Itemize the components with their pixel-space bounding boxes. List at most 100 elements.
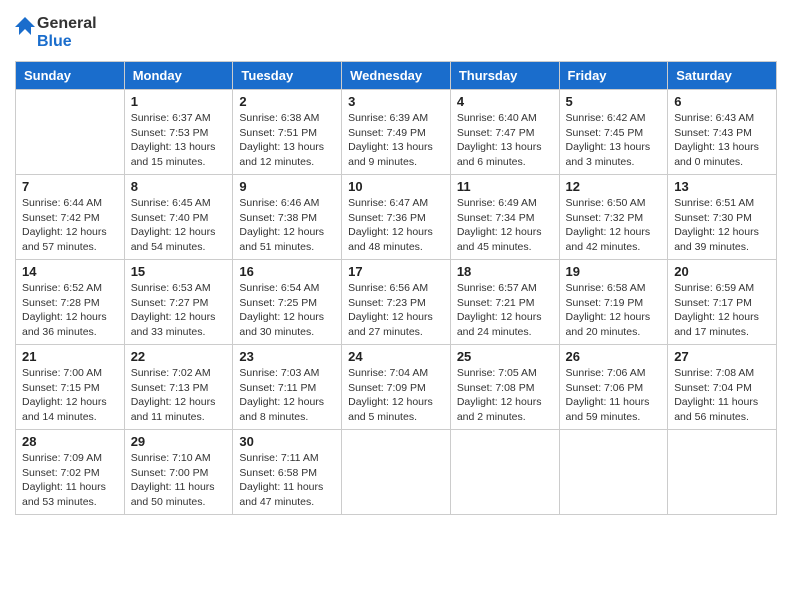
calendar-cell: 19 Sunrise: 6:58 AMSunset: 7:19 PMDayligh… [559,260,668,345]
cell-info: Sunrise: 7:04 AMSunset: 7:09 PMDaylight:… [348,366,444,425]
cell-info: Sunrise: 6:51 AMSunset: 7:30 PMDaylight:… [674,196,770,255]
calendar-cell [16,90,125,175]
cell-info: Sunrise: 6:37 AMSunset: 7:53 PMDaylight:… [131,111,227,170]
cell-info: Sunrise: 6:44 AMSunset: 7:42 PMDaylight:… [22,196,118,255]
cell-info: Sunrise: 7:02 AMSunset: 7:13 PMDaylight:… [131,366,227,425]
logo-line2: Blue [37,33,97,51]
calendar-cell: 29 Sunrise: 7:10 AMSunset: 7:00 PMDayligh… [124,430,233,515]
calendar-cell: 11 Sunrise: 6:49 AMSunset: 7:34 PMDayligh… [450,175,559,260]
calendar-cell: 8 Sunrise: 6:45 AMSunset: 7:40 PMDaylight… [124,175,233,260]
calendar-cell: 4Sunrise: 6:40 AMSunset: 7:47 PMDaylight… [450,90,559,175]
calendar-cell: 30 Sunrise: 7:11 AMSunset: 6:58 PMDayligh… [233,430,342,515]
calendar-cell: 3 Sunrise: 6:39 AMSunset: 7:49 PMDaylight… [342,90,451,175]
calendar-cell: 5 Sunrise: 6:42 AMSunset: 7:45 PMDaylight… [559,90,668,175]
day-number: 30 [239,434,335,449]
cell-info: Sunrise: 7:10 AMSunset: 7:00 PMDaylight:… [131,451,227,510]
calendar-cell: 6Sunrise: 6:43 AMSunset: 7:43 PMDaylight… [668,90,777,175]
day-header-tuesday: Tuesday [233,62,342,90]
calendar-cell: 7 Sunrise: 6:44 AMSunset: 7:42 PMDaylight… [16,175,125,260]
calendar-cell: 13 Sunrise: 6:51 AMSunset: 7:30 PMDayligh… [668,175,777,260]
cell-info: Sunrise: 6:39 AMSunset: 7:49 PMDaylight:… [348,111,444,170]
calendar-cell [668,430,777,515]
day-number: 22 [131,349,227,364]
day-number: 13 [674,179,770,194]
calendar-cell: 24 Sunrise: 7:04 AMSunset: 7:09 PMDayligh… [342,345,451,430]
day-number: 18 [457,264,553,279]
cell-info: Sunrise: 7:00 AMSunset: 7:15 PMDaylight:… [22,366,118,425]
day-header-friday: Friday [559,62,668,90]
day-number: 2 [239,94,335,109]
calendar-cell: 18 Sunrise: 6:57 AMSunset: 7:21 PMDayligh… [450,260,559,345]
logo-graphic [15,15,35,51]
cell-info: Sunrise: 6:42 AMSunset: 7:45 PMDaylight:… [566,111,662,170]
cell-info: Sunrise: 7:11 AMSunset: 6:58 PMDaylight:… [239,451,335,510]
calendar-cell: 27 Sunrise: 7:08 AMSunset: 7:04 PMDayligh… [668,345,777,430]
logo-line1: General [37,15,97,33]
calendar-cell: 21 Sunrise: 7:00 AMSunset: 7:15 PMDayligh… [16,345,125,430]
cell-info: Sunrise: 6:45 AMSunset: 7:40 PMDaylight:… [131,196,227,255]
cell-info: Sunrise: 6:49 AMSunset: 7:34 PMDaylight:… [457,196,553,255]
day-number: 10 [348,179,444,194]
calendar-cell: 9 Sunrise: 6:46 AMSunset: 7:38 PMDaylight… [233,175,342,260]
cell-info: Sunrise: 6:56 AMSunset: 7:23 PMDaylight:… [348,281,444,340]
day-number: 1 [131,94,227,109]
cell-info: Sunrise: 6:40 AMSunset: 7:47 PMDaylight:… [457,111,553,170]
day-number: 20 [674,264,770,279]
day-number: 9 [239,179,335,194]
calendar-cell: 17Sunrise: 6:56 AMSunset: 7:23 PMDayligh… [342,260,451,345]
day-number: 25 [457,349,553,364]
day-number: 19 [566,264,662,279]
day-header-saturday: Saturday [668,62,777,90]
cell-info: Sunrise: 7:03 AMSunset: 7:11 PMDaylight:… [239,366,335,425]
cell-info: Sunrise: 7:05 AMSunset: 7:08 PMDaylight:… [457,366,553,425]
header: General Blue [15,15,777,51]
cell-info: Sunrise: 7:06 AMSunset: 7:06 PMDaylight:… [566,366,662,425]
calendar-cell [450,430,559,515]
calendar-cell: 25 Sunrise: 7:05 AMSunset: 7:08 PMDayligh… [450,345,559,430]
day-number: 29 [131,434,227,449]
cell-info: Sunrise: 6:46 AMSunset: 7:38 PMDaylight:… [239,196,335,255]
calendar-cell: 22 Sunrise: 7:02 AMSunset: 7:13 PMDayligh… [124,345,233,430]
day-header-wednesday: Wednesday [342,62,451,90]
day-number: 28 [22,434,118,449]
calendar-cell: 23 Sunrise: 7:03 AMSunset: 7:11 PMDayligh… [233,345,342,430]
day-number: 5 [566,94,662,109]
day-header-monday: Monday [124,62,233,90]
calendar-cell: 28 Sunrise: 7:09 AMSunset: 7:02 PMDayligh… [16,430,125,515]
cell-info: Sunrise: 6:53 AMSunset: 7:27 PMDaylight:… [131,281,227,340]
day-number: 8 [131,179,227,194]
cell-info: Sunrise: 6:38 AMSunset: 7:51 PMDaylight:… [239,111,335,170]
day-number: 3 [348,94,444,109]
day-header-thursday: Thursday [450,62,559,90]
day-number: 7 [22,179,118,194]
day-header-sunday: Sunday [16,62,125,90]
day-number: 21 [22,349,118,364]
calendar-cell: 26 Sunrise: 7:06 AMSunset: 7:06 PMDayligh… [559,345,668,430]
logo: General Blue [15,15,97,51]
calendar-cell: 10 Sunrise: 6:47 AMSunset: 7:36 PMDayligh… [342,175,451,260]
day-number: 11 [457,179,553,194]
calendar-table: SundayMondayTuesdayWednesdayThursdayFrid… [15,61,777,515]
day-number: 24 [348,349,444,364]
cell-info: Sunrise: 6:47 AMSunset: 7:36 PMDaylight:… [348,196,444,255]
calendar-cell: 1 Sunrise: 6:37 AMSunset: 7:53 PMDaylight… [124,90,233,175]
day-number: 23 [239,349,335,364]
day-number: 12 [566,179,662,194]
cell-info: Sunrise: 6:54 AMSunset: 7:25 PMDaylight:… [239,281,335,340]
cell-info: Sunrise: 6:50 AMSunset: 7:32 PMDaylight:… [566,196,662,255]
calendar-cell: 14Sunrise: 6:52 AMSunset: 7:28 PMDayligh… [16,260,125,345]
calendar-cell [342,430,451,515]
calendar-cell [559,430,668,515]
cell-info: Sunrise: 7:09 AMSunset: 7:02 PMDaylight:… [22,451,118,510]
day-number: 27 [674,349,770,364]
cell-info: Sunrise: 6:58 AMSunset: 7:19 PMDaylight:… [566,281,662,340]
calendar-cell: 20Sunrise: 6:59 AMSunset: 7:17 PMDayligh… [668,260,777,345]
cell-info: Sunrise: 7:08 AMSunset: 7:04 PMDaylight:… [674,366,770,425]
day-number: 6 [674,94,770,109]
calendar-cell: 15 Sunrise: 6:53 AMSunset: 7:27 PMDayligh… [124,260,233,345]
day-number: 26 [566,349,662,364]
day-number: 15 [131,264,227,279]
cell-info: Sunrise: 6:52 AMSunset: 7:28 PMDaylight:… [22,281,118,340]
logo-container: General Blue [15,15,97,51]
cell-info: Sunrise: 6:57 AMSunset: 7:21 PMDaylight:… [457,281,553,340]
